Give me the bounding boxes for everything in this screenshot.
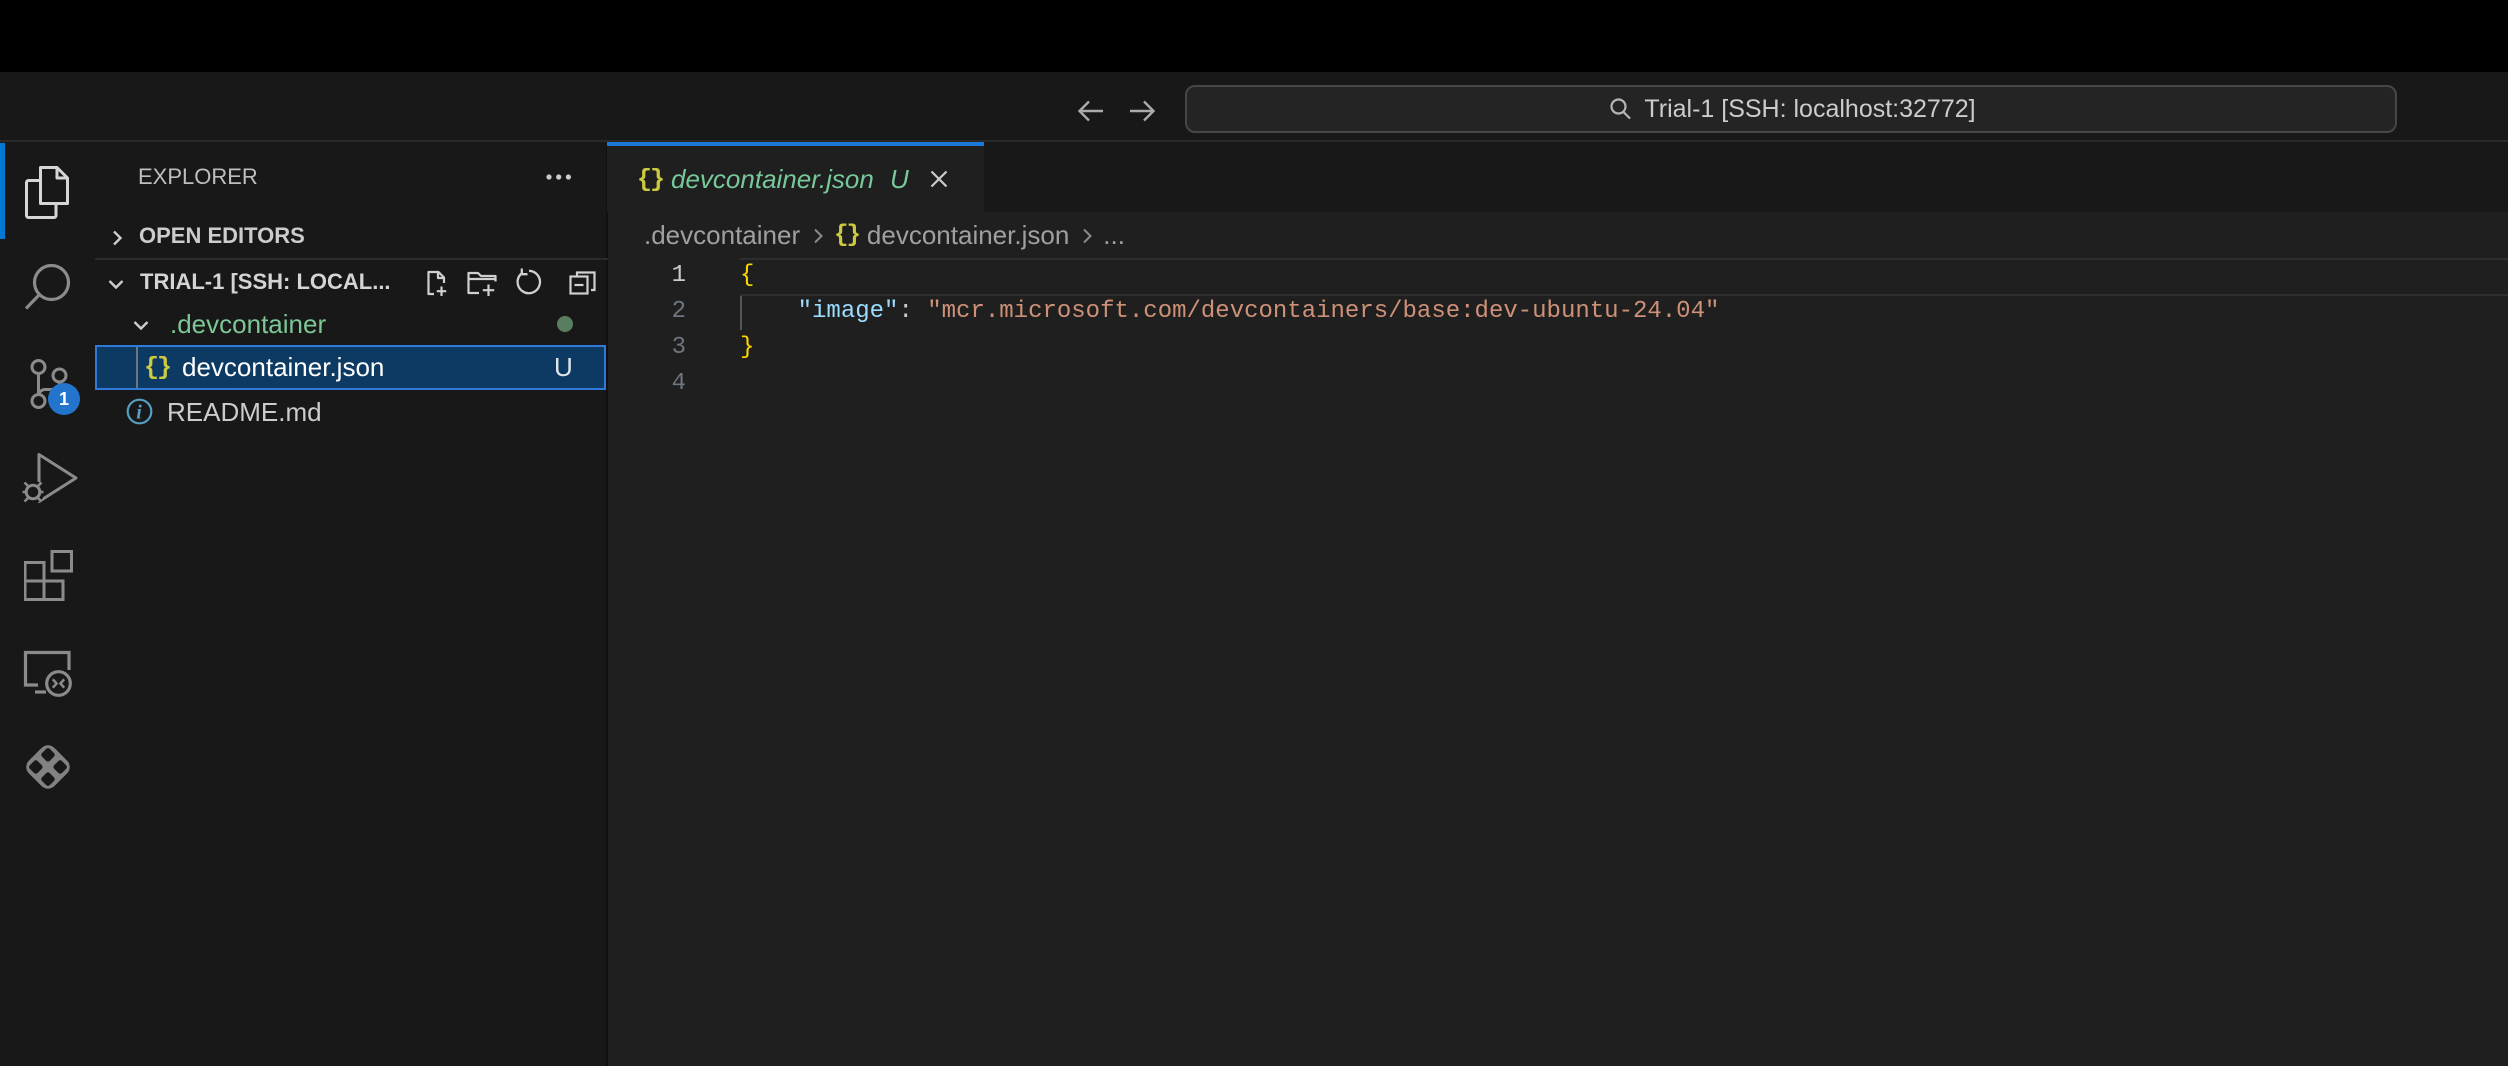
svg-text:i: i (136, 402, 142, 424)
